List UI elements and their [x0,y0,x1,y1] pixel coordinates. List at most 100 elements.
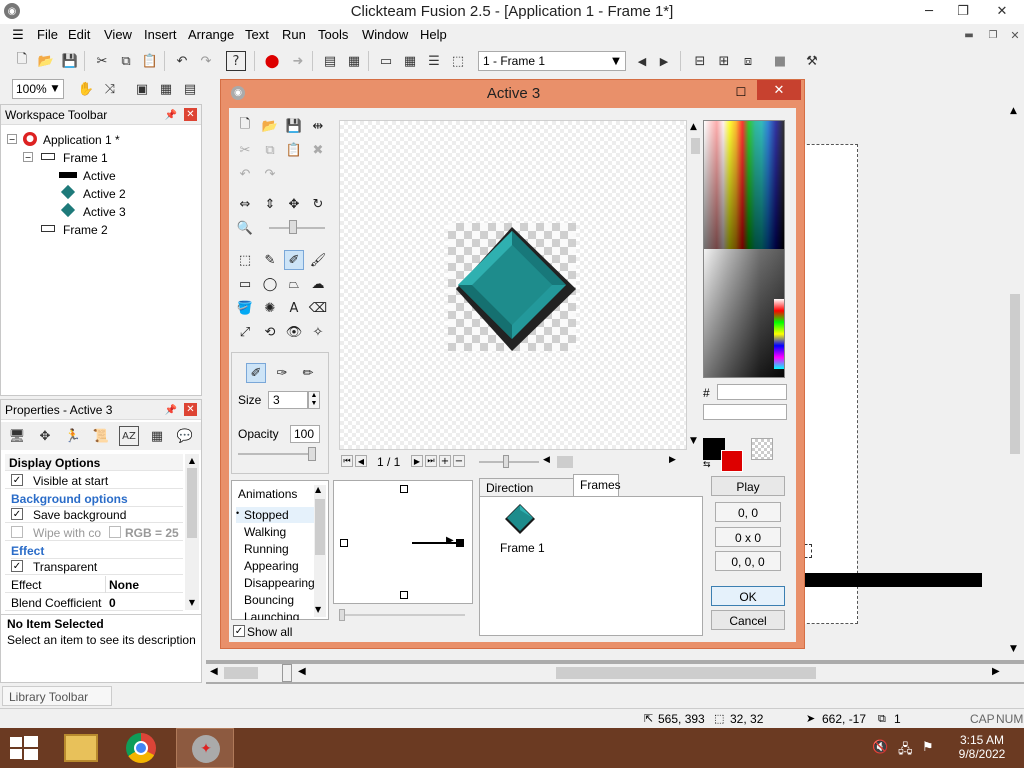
mdi-restore-icon[interactable]: ❐ [986,28,1000,42]
pencil-mode-icon[interactable]: ✏ [298,363,318,383]
row-transparent[interactable]: ✓ Transparent [5,558,183,575]
size-tab-icon[interactable]: ✥ [35,426,55,446]
storyboard-icon[interactable]: ▤ [320,51,340,71]
copy-icon[interactable]: ⧉ [116,51,136,71]
ok-button[interactable]: OK [711,586,785,606]
size-spinner[interactable]: ▲ ▼ [308,391,320,409]
zoom-icon[interactable]: 🔍 [235,218,255,238]
scroll-up-icon[interactable]: ▲ [187,454,197,466]
tab-direction-options[interactable]: Direction Options [479,478,577,509]
menu-window[interactable]: Window [362,27,408,42]
zoom-slider-track[interactable] [269,227,325,229]
save-icon[interactable]: 💾 [60,51,80,71]
fill-icon[interactable]: 🪣 [235,298,255,318]
tree-item-active-3[interactable]: Active 3 [59,202,199,221]
minimize-button[interactable]: ─ [912,0,946,22]
row-visible-at-start[interactable]: ✓ Visible at start [5,472,183,489]
visible-checkbox[interactable]: ✓ [11,474,23,486]
menu-list-icon[interactable]: ☰ [10,27,26,43]
menu-view[interactable]: View [104,27,132,42]
dropper-icon[interactable]: ✎ [260,250,280,270]
menu-arrange[interactable]: Arrange [188,27,234,42]
scroll-down-icon[interactable]: ▼ [690,436,697,446]
animation-item-walking[interactable]: Walking [244,525,286,539]
resize-icon[interactable]: ✥ [284,194,304,214]
active-object-black[interactable] [796,573,982,587]
tree-item-frame-1[interactable]: − Frame 1 [23,149,203,167]
next-frame-icon[interactable]: ▶ [411,455,423,467]
cut-icon[interactable]: ✂ [235,140,255,160]
pen-icon[interactable]: ✐ [284,250,304,270]
open-icon[interactable]: 📂 [36,51,56,71]
import-icon[interactable]: 📂 [260,116,280,136]
network-icon[interactable]: 🖧 [898,740,913,762]
animation-item-stopped[interactable]: • Stopped [236,507,316,523]
color-name-field[interactable] [703,404,787,420]
frame-editor-icon[interactable]: ▭ [376,51,396,71]
menu-file[interactable]: File [37,27,58,42]
close-icon[interactable]: ✕ [184,108,197,121]
undo-icon[interactable]: ↶ [172,51,192,71]
collapse-icon[interactable]: − [23,152,33,162]
grid-tab-icon[interactable]: ▦ [147,426,167,446]
volume-muted-icon[interactable]: 🔇 [872,740,888,755]
help-icon[interactable]: ? [226,51,246,71]
line-icon[interactable]: ⤢ [235,322,255,342]
canvas-vscroll[interactable]: ▲ ▼ [689,120,701,450]
align-icon[interactable]: ⊟ [690,51,710,71]
spray-icon[interactable]: ✺ [260,298,280,318]
horizontal-scrollbar[interactable]: ◀ ◀ ▶ [206,664,1024,682]
menu-help[interactable]: Help [420,27,447,42]
paste-icon[interactable]: 📋 [284,140,304,160]
menu-text[interactable]: Text [245,27,269,42]
movement-tab-icon[interactable]: 🏃 [63,426,83,446]
show-all-checkbox[interactable]: ✓ [233,625,245,637]
stop-square-icon[interactable]: ■ [770,51,790,71]
first-frame-icon[interactable]: ⏮ [341,455,353,467]
scroll-left-icon[interactable]: ◀ [210,666,218,677]
animation-item-running[interactable]: Running [244,542,289,556]
menu-tools[interactable]: Tools [318,27,348,42]
pen-mode-icon[interactable]: ✐ [246,363,266,383]
splitter[interactable] [282,664,292,682]
mdi-close-icon[interactable]: ✕ [1008,28,1022,42]
data-elements-icon[interactable]: ⬚ [448,51,468,71]
hotspot-icon[interactable]: ✧ [308,322,328,342]
smooth-mode-icon[interactable]: ✑ [272,363,292,383]
direction-handle[interactable] [400,591,408,599]
menu-run[interactable]: Run [282,27,306,42]
clickteam-taskbar-button[interactable]: ✦ [176,728,234,768]
hand-icon[interactable]: ✋ [76,79,96,99]
selection-icon[interactable]: ⬚ [235,250,255,270]
clock[interactable]: 3:15 AM 9/8/2022 [952,733,1012,761]
last-frame-icon[interactable]: ⏭ [425,455,437,467]
brush-icon[interactable]: 🖌 [308,250,328,270]
rgb-checkbox[interactable] [109,526,121,538]
ellipse-icon[interactable]: ◯ [260,274,280,294]
display-tab-icon[interactable]: 🖥 [7,426,27,446]
dialog-close-button[interactable]: ✕ [757,80,801,100]
scroll-right-icon[interactable]: ▶ [992,666,1000,677]
scroll-down-icon[interactable]: ▼ [1010,644,1017,654]
close-icon[interactable]: ✕ [184,403,197,416]
text-icon[interactable]: A [284,298,304,318]
speed-slider-thumb[interactable] [503,455,509,468]
show-all-row[interactable]: ✓ Show all [231,624,329,640]
events-tab-icon[interactable]: AZ [119,426,139,446]
file-explorer-icon[interactable] [64,734,98,762]
pin-icon[interactable]: 📌 [165,403,177,417]
opacity-slider-thumb[interactable] [308,447,316,461]
export-icon[interactable]: 💾 [284,116,304,136]
tab-frames[interactable]: Frames [573,474,621,496]
scroll-left-icon[interactable]: ◀ [543,455,550,465]
slider-thumb[interactable] [339,609,345,621]
hscroll-thumb[interactable] [556,667,816,679]
background-color[interactable] [721,450,743,472]
tree-item-application[interactable]: − ● Application 1 * [7,131,207,149]
layer-icon[interactable]: ▣ [132,79,152,99]
canvas-vscroll-thumb[interactable] [691,138,700,154]
eye-icon[interactable]: 👁 [284,322,304,342]
scroll-left-icon[interactable]: ◀ [298,666,306,677]
event-list-icon[interactable]: ☰ [424,51,444,71]
animation-item-launching[interactable]: Launching [244,610,299,620]
